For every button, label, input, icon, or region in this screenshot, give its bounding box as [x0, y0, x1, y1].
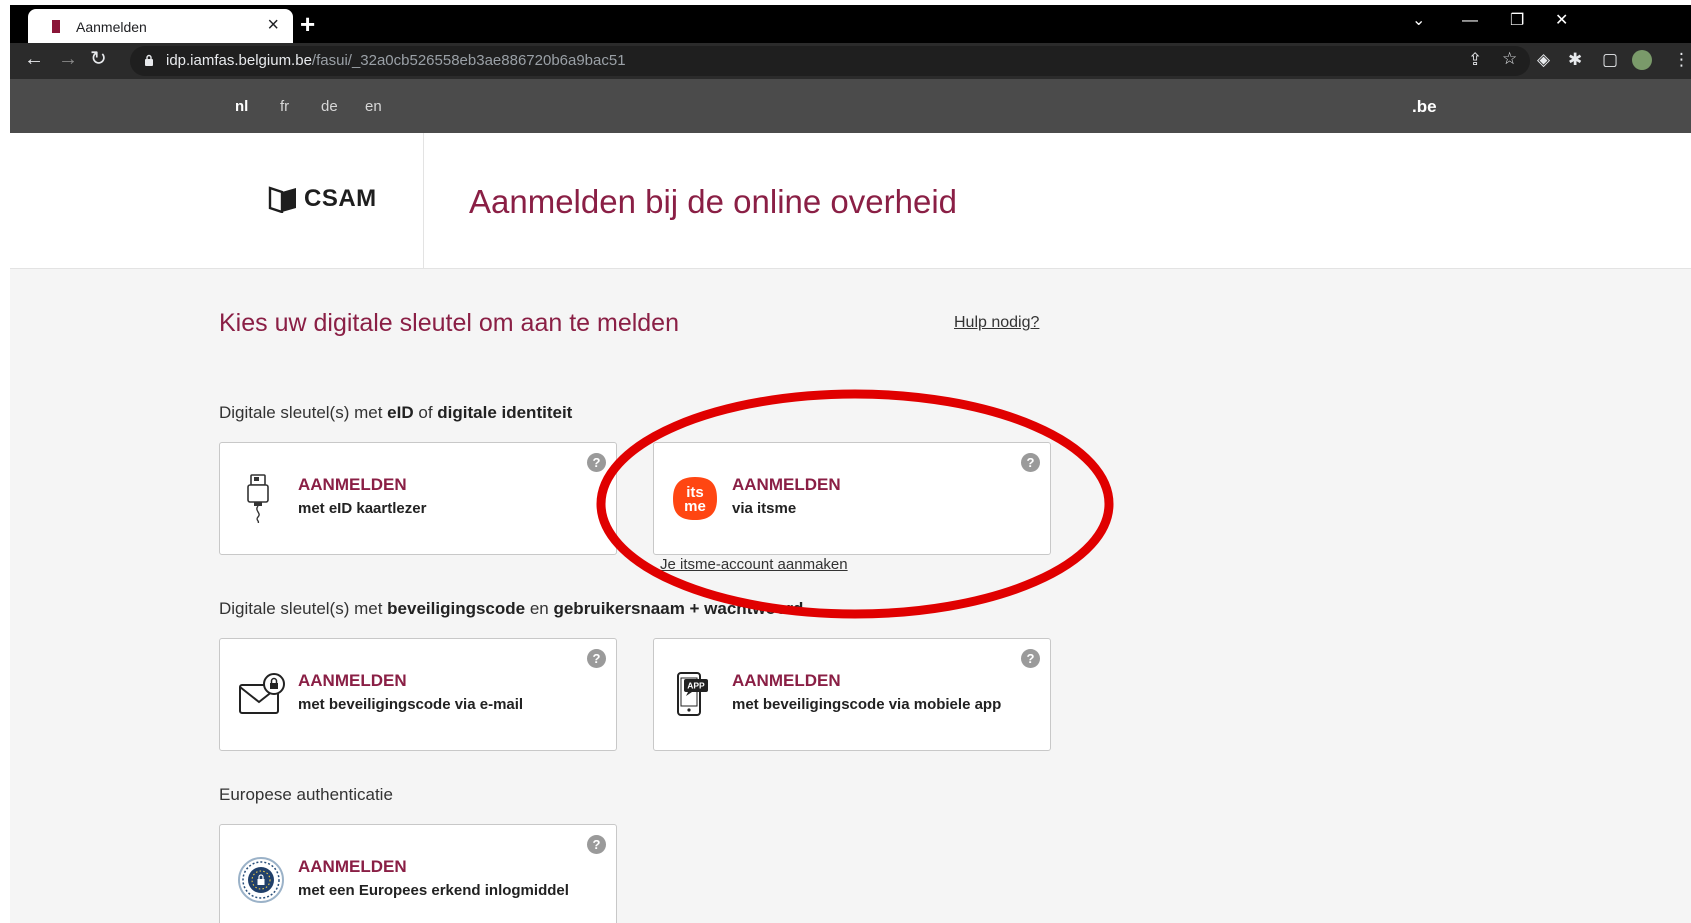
language-bar: nl fr de en .be — [10, 79, 1691, 133]
card-reader-icon — [247, 474, 269, 523]
url-domain: idp.iamfas.belgium.be — [166, 52, 312, 69]
lang-de[interactable]: de — [321, 98, 338, 115]
tab-search-icon[interactable]: ⌄ — [1412, 13, 1425, 29]
help-question-icon[interactable]: ? — [587, 835, 606, 854]
card-itsme[interactable]: its me AANMELDEN via itsme ? — [653, 442, 1051, 555]
card-european-subtitle: met een Europees erkend inlogmiddel — [298, 882, 569, 899]
new-tab-button[interactable]: + — [300, 11, 315, 37]
lang-fr[interactable]: fr — [280, 98, 289, 115]
url-path: /fasui/_32a0cb526558eb3ae886720b6a9bac51 — [311, 52, 626, 69]
browser-tab[interactable]: Aanmelden × — [28, 9, 293, 43]
app-badge-text: APP — [687, 681, 705, 691]
section-eid-bold-1: eID — [387, 403, 414, 422]
main-title: Aanmelden bij de online overheid — [469, 183, 958, 220]
card-itsme-subtitle: via itsme — [732, 500, 797, 517]
section-eid-bold-2: digitale identiteit — [437, 403, 573, 422]
section-label-eid: Digitale sleutel(s) met eID of digitale … — [219, 403, 572, 423]
help-question-icon[interactable]: ? — [587, 453, 606, 472]
section-eid-mid: of — [413, 403, 438, 422]
csam-logo-text: CSAM — [304, 185, 377, 212]
csam-logo-icon — [268, 186, 296, 213]
section-label-code: Digitale sleutel(s) met beveiligingscode… — [219, 599, 803, 619]
forward-icon[interactable]: → — [58, 49, 78, 69]
close-icon[interactable]: × — [267, 15, 279, 35]
lock-icon — [145, 54, 153, 66]
address-bar[interactable]: idp.iamfas.belgium.be/fasui/_32a0cb52655… — [130, 46, 1530, 76]
card-eid-subtitle: met eID kaartlezer — [298, 500, 427, 517]
browser-tabbar: Aanmelden × + ⌄ — ❐ ✕ — [10, 5, 1691, 43]
european-eid-icon — [238, 857, 284, 903]
minimize-icon[interactable]: — — [1462, 13, 1478, 29]
restore-icon[interactable]: ❐ — [1510, 13, 1524, 29]
card-app-code[interactable]: APP AANMELDEN met beveiligingscode via m… — [653, 638, 1051, 751]
card-european-title: AANMELDEN — [298, 857, 407, 876]
itsme-account-link[interactable]: Je itsme-account aanmaken — [660, 556, 848, 573]
profile-avatar[interactable] — [1632, 50, 1652, 70]
header-divider — [423, 133, 424, 269]
close-window-icon[interactable]: ✕ — [1555, 13, 1568, 29]
lang-en[interactable]: en — [365, 98, 382, 115]
card-eid-title: AANMELDEN — [298, 475, 407, 494]
share-icon[interactable]: ⇪ — [1468, 51, 1482, 69]
reload-icon[interactable]: ↻ — [90, 49, 107, 69]
card-itsme-title: AANMELDEN — [732, 475, 841, 494]
card-email-code[interactable]: AANMELDEN met beveiligingscode via e-mai… — [219, 638, 617, 751]
be-logo[interactable]: .be — [1412, 97, 1437, 117]
csam-logo[interactable]: CSAM — [268, 185, 377, 213]
section-label-european: Europese authenticatie — [219, 785, 393, 804]
itsme-logo-icon: its me — [673, 477, 717, 520]
url-text: idp.iamfas.belgium.be/fasui/_32a0cb52655… — [166, 52, 626, 69]
card-email-subtitle: met beveiligingscode via e-mail — [298, 696, 524, 713]
tab-favicon-icon — [52, 20, 60, 33]
card-eid-reader[interactable]: AANMELDEN met eID kaartlezer ? — [219, 442, 617, 555]
extension-icon[interactable]: ◈ — [1537, 51, 1550, 69]
help-question-icon[interactable]: ? — [1021, 453, 1040, 472]
tab-title: Aanmelden — [76, 19, 147, 35]
lang-nl[interactable]: nl — [235, 98, 248, 115]
mobile-app-icon: APP — [677, 672, 708, 716]
card-app-subtitle: met beveiligingscode via mobiele app — [732, 696, 1002, 713]
section-eid-prefix: Digitale sleutel(s) met — [219, 403, 388, 422]
sidepanel-icon[interactable]: ▢ — [1602, 51, 1618, 69]
page-title: Kies uw digitale sleutel om aan te melde… — [219, 309, 679, 337]
star-icon[interactable]: ☆ — [1502, 50, 1517, 68]
card-european[interactable]: AANMELDEN met een Europees erkend inlogm… — [219, 824, 617, 923]
section-code-bold-1: beveiligingscode — [387, 599, 526, 618]
site-header: CSAM Aanmelden bij de online overheid — [10, 133, 1691, 269]
email-lock-icon — [239, 673, 285, 714]
help-question-icon[interactable]: ? — [1021, 649, 1040, 668]
card-email-title: AANMELDEN — [298, 671, 407, 690]
section-code-bold-2: gebruikersnaam + wachtwoord — [553, 599, 804, 618]
section-code-prefix: Digitale sleutel(s) met — [219, 599, 388, 618]
main-content: Kies uw digitale sleutel om aan te melde… — [10, 269, 1691, 923]
back-icon[interactable]: ← — [24, 49, 44, 69]
itsme-logo-text-bottom: me — [684, 498, 706, 515]
help-link[interactable]: Hulp nodig? — [954, 314, 1039, 332]
puzzle-icon[interactable]: ✱ — [1568, 51, 1582, 69]
browser-toolbar: ← → ↻ idp.iamfas.belgium.be/fasui/_32a0c… — [10, 43, 1691, 79]
card-app-title: AANMELDEN — [732, 671, 841, 690]
menu-icon[interactable]: ⋮ — [1673, 51, 1690, 69]
section-code-mid: en — [525, 599, 554, 618]
help-question-icon[interactable]: ? — [587, 649, 606, 668]
